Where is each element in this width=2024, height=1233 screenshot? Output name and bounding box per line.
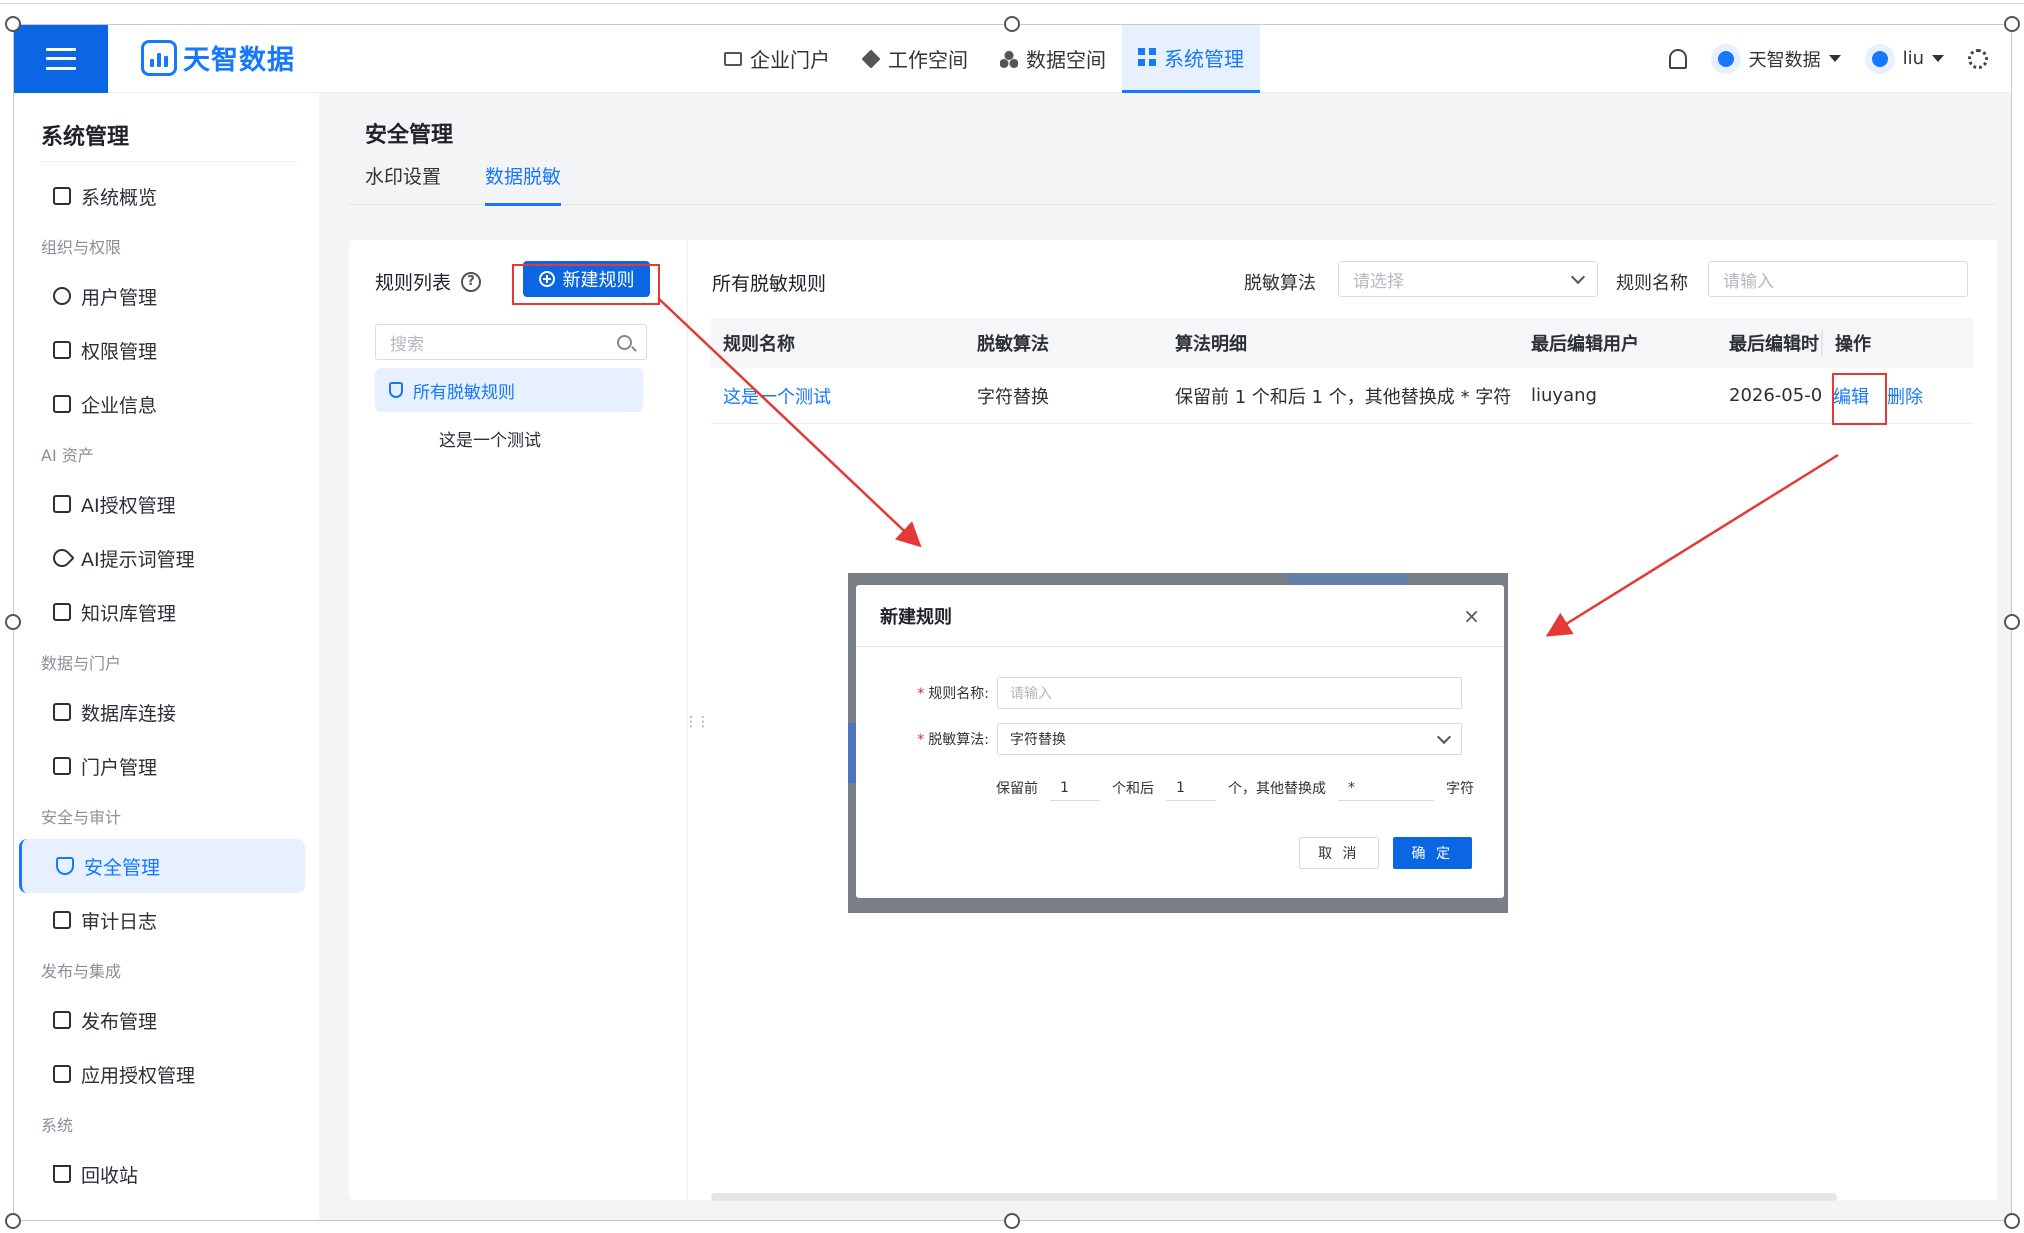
resize-handle-top-right[interactable]: [2004, 16, 2020, 32]
resize-handle-bottom-right[interactable]: [2004, 1213, 2020, 1229]
window-top-edge: [0, 0, 2024, 4]
resize-handle-top[interactable]: [1004, 16, 1020, 32]
resize-handle-bottom[interactable]: [1004, 1213, 1020, 1229]
resize-handle-top-left[interactable]: [5, 16, 21, 32]
resize-handle-left[interactable]: [5, 614, 21, 630]
selection-frame: [13, 24, 2012, 1221]
resize-handle-right[interactable]: [2004, 614, 2020, 630]
resize-handle-bottom-left[interactable]: [5, 1213, 21, 1229]
